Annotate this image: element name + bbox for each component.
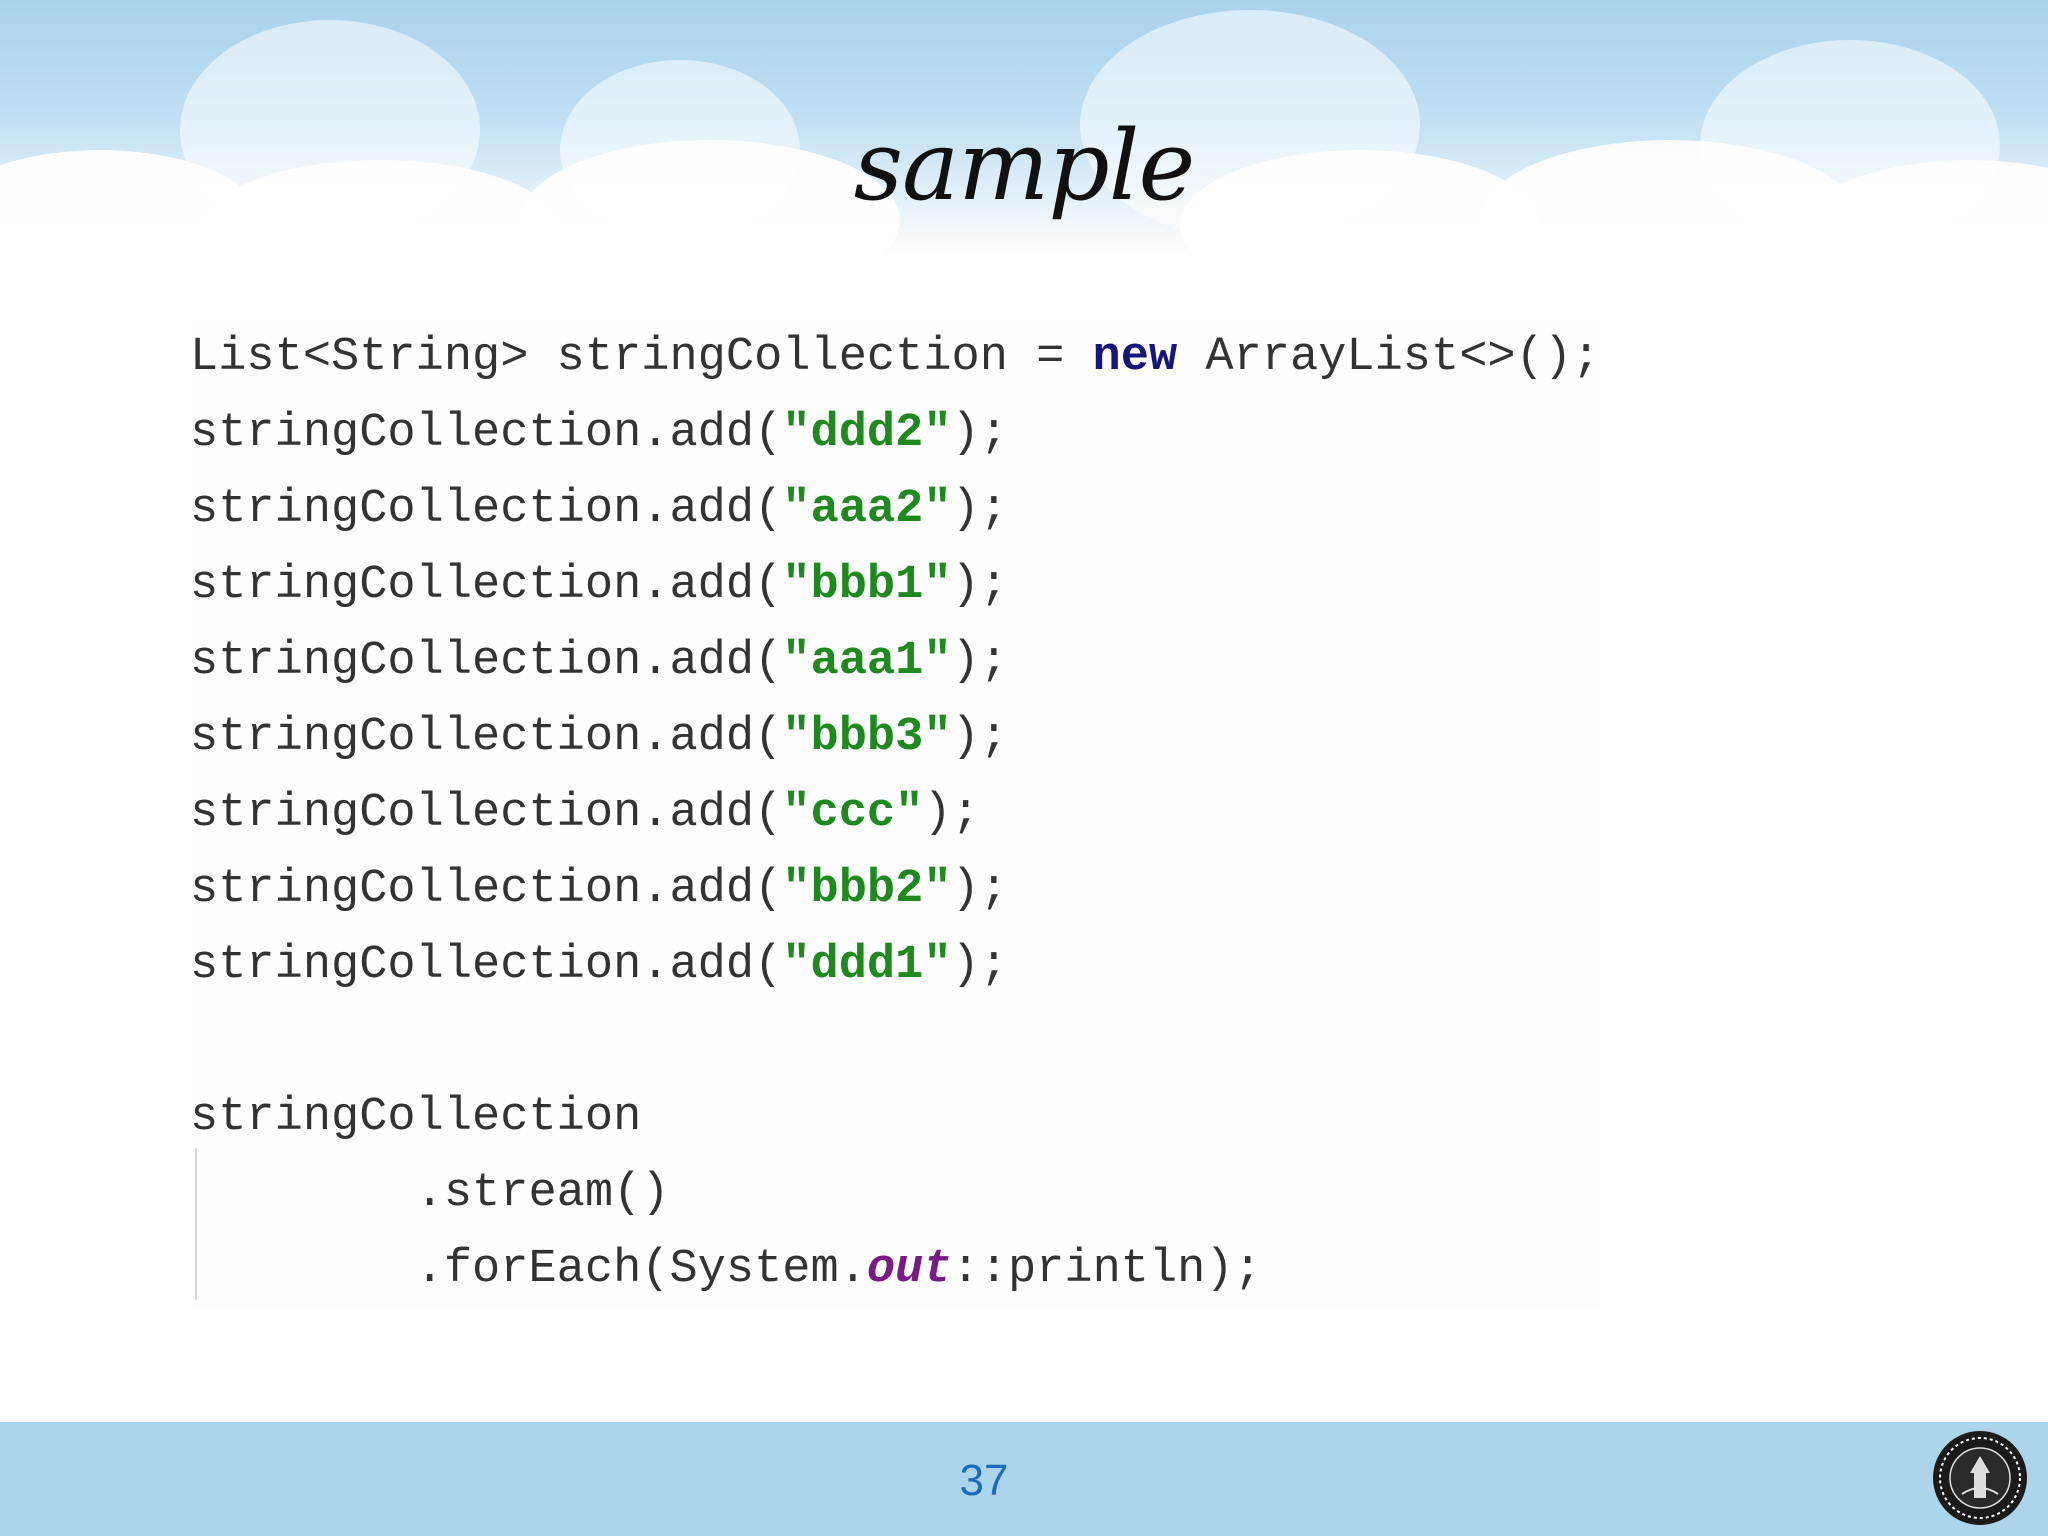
string-literal: "bbb3" xyxy=(782,711,952,764)
indent-guide xyxy=(195,1148,197,1300)
code-line-declaration: List<String> stringCollection = new Arra… xyxy=(190,331,1601,384)
add-lines: stringCollection.add("ddd2"); stringColle… xyxy=(190,396,1600,1004)
string-literal: "ddd2" xyxy=(782,407,952,460)
code-line-add: stringCollection.add("bbb1"); xyxy=(190,559,1008,612)
code-line-foreach-call: .forEach(System.out::println); xyxy=(190,1243,1262,1296)
code-line-stream-call: .stream() xyxy=(190,1167,670,1220)
page-number: 37 xyxy=(959,1456,1009,1505)
code-line-add: stringCollection.add("aaa2"); xyxy=(190,483,1008,536)
code-line-add: stringCollection.add("bbb2"); xyxy=(190,863,1008,916)
code-line-add: stringCollection.add("bbb3"); xyxy=(190,711,1008,764)
string-literal: "bbb2" xyxy=(782,863,952,916)
string-literal: "aaa2" xyxy=(782,483,952,536)
field-out: out xyxy=(866,1243,952,1296)
slide-title: sample xyxy=(853,110,1196,222)
code-line-add: stringCollection.add("ddd1"); xyxy=(190,939,1008,992)
university-seal-icon xyxy=(1933,1431,2027,1525)
code-line-add: stringCollection.add("ccc"); xyxy=(190,787,980,840)
code-line-stream-receiver: stringCollection xyxy=(190,1091,642,1144)
string-literal: "ccc" xyxy=(782,787,924,840)
string-literal: "bbb1" xyxy=(782,559,952,612)
code-line-add: stringCollection.add("aaa1"); xyxy=(190,635,1008,688)
code-line-add: stringCollection.add("ddd2"); xyxy=(190,407,1008,460)
string-literal: "ddd1" xyxy=(782,939,952,992)
code-block: List<String> stringCollection = new Arra… xyxy=(190,320,1601,1308)
keyword-new: new xyxy=(1092,331,1178,384)
string-literal: "aaa1" xyxy=(782,635,952,688)
